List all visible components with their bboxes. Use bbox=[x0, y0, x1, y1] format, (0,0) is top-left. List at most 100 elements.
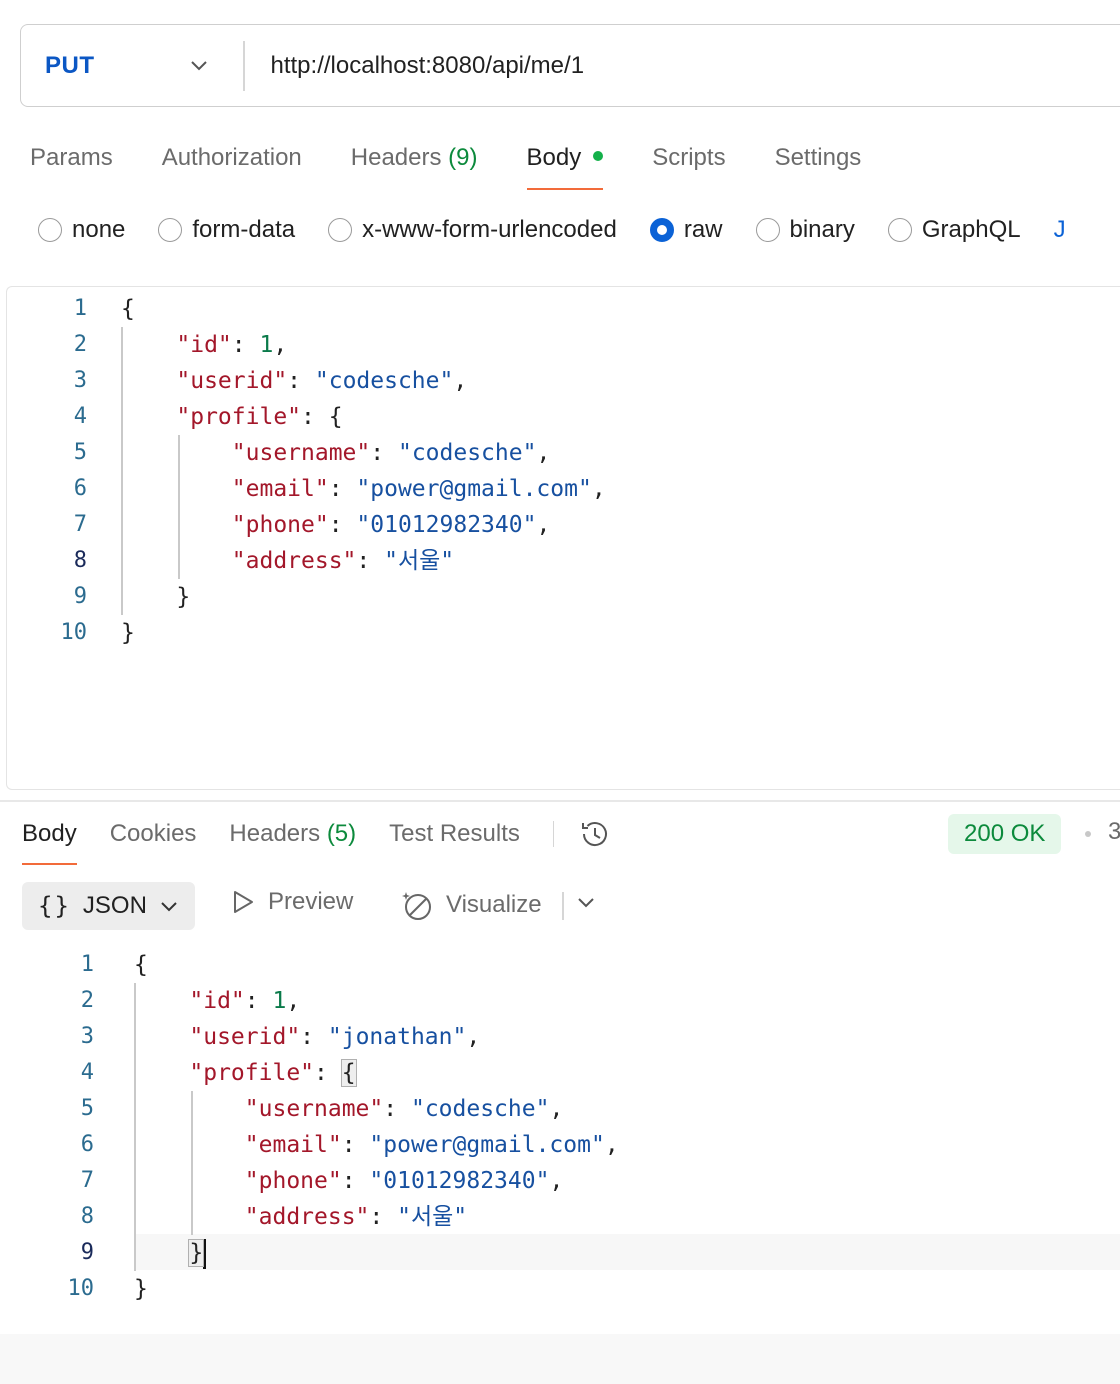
json-value: 1 bbox=[272, 988, 287, 1014]
method-label: PUT bbox=[45, 51, 95, 79]
radio-x-www-form-urlencoded[interactable]: x-www-form-urlencoded bbox=[328, 216, 617, 244]
request-json: { "id": 1, "userid": "codesche", "profil… bbox=[121, 291, 606, 651]
radio-none[interactable]: none bbox=[38, 216, 125, 244]
json-value: "01012982340" bbox=[356, 512, 537, 538]
status-badge[interactable]: 200 OK bbox=[948, 814, 1062, 854]
radio-circle-icon bbox=[755, 218, 780, 242]
radio-raw[interactable]: raw bbox=[649, 216, 723, 244]
json-value: "codesche" bbox=[410, 1096, 550, 1122]
response-json: { "id": 1, "userid": "jonathan", "profil… bbox=[134, 947, 619, 1307]
format-select[interactable]: {} JSON bbox=[22, 882, 195, 930]
code-line: "address": "서울" bbox=[231, 548, 455, 574]
code-line: } bbox=[121, 620, 135, 646]
line-numbers: 1 2 3 4 5 6 7 8 9 10 bbox=[54, 947, 95, 1307]
json-value: "서울" bbox=[397, 1204, 468, 1230]
radio-label: raw bbox=[683, 216, 723, 243]
line-number: 10 bbox=[67, 1276, 95, 1301]
tab-label: Params bbox=[30, 144, 113, 171]
code-line: "userid": "codesche", bbox=[176, 368, 468, 394]
code-line: "email": "power@gmail.com", bbox=[231, 476, 606, 502]
tab-params[interactable]: Params bbox=[30, 140, 113, 190]
radio-label: GraphQL bbox=[921, 216, 1021, 243]
code-line: { bbox=[121, 296, 135, 322]
tab-label: Authorization bbox=[161, 144, 302, 171]
radio-binary[interactable]: binary bbox=[755, 216, 855, 244]
tab-headers[interactable]: Headers (9) bbox=[351, 140, 478, 190]
request-tabs: Params Authorization Headers (9) Body Sc… bbox=[30, 140, 910, 190]
tab-label: Test Results bbox=[389, 820, 520, 847]
code-line: } bbox=[176, 584, 191, 610]
radio-form-data[interactable]: form-data bbox=[158, 216, 295, 244]
json-value: "jonathan" bbox=[327, 1024, 467, 1050]
tab-label: Body bbox=[526, 144, 582, 171]
tab-authorization[interactable]: Authorization bbox=[162, 140, 302, 190]
code-line: "id": 1, bbox=[189, 988, 301, 1014]
preview-label: Preview bbox=[268, 888, 354, 915]
line-number: 1 bbox=[73, 296, 87, 321]
tab-separator bbox=[552, 821, 555, 847]
visualize-button[interactable]: Visualize bbox=[400, 888, 542, 922]
code-line: "email": "power@gmail.com", bbox=[244, 1132, 619, 1158]
tab-response-headers[interactable]: Headers (5) bbox=[229, 815, 356, 865]
line-number: 8 bbox=[73, 548, 87, 573]
json-value: "서울" bbox=[384, 548, 455, 574]
line-number: 9 bbox=[80, 1240, 94, 1265]
radio-label: none bbox=[72, 216, 126, 243]
line-number: 3 bbox=[73, 368, 87, 393]
tab-response-body[interactable]: Body bbox=[22, 815, 77, 865]
bottom-area bbox=[0, 1334, 1120, 1384]
chevron-down-icon[interactable] bbox=[576, 895, 596, 909]
code-line: "phone": "01012982340", bbox=[231, 512, 551, 538]
tab-label: Headers bbox=[350, 144, 442, 171]
tab-label: Cookies bbox=[109, 820, 197, 847]
radio-circle-icon bbox=[887, 218, 912, 242]
raw-format-select[interactable]: J bbox=[1054, 216, 1066, 244]
tab-cookies[interactable]: Cookies bbox=[110, 815, 197, 865]
tab-test-results[interactable]: Test Results bbox=[389, 815, 520, 865]
tab-scripts[interactable]: Scripts bbox=[652, 140, 725, 190]
response-time[interactable]: 3 bbox=[1108, 818, 1120, 846]
preview-button[interactable]: Preview bbox=[230, 888, 353, 916]
line-numbers: 1 2 3 4 5 6 7 8 9 10 bbox=[47, 291, 88, 651]
line-number: 8 bbox=[80, 1204, 94, 1229]
tab-body[interactable]: Body bbox=[526, 140, 604, 190]
json-value: 1 bbox=[259, 332, 274, 358]
response-body-viewer[interactable]: 1 2 3 4 5 6 7 8 9 10 { "id": 1, "userid"… bbox=[0, 946, 1120, 1326]
pane-divider[interactable] bbox=[0, 800, 1120, 802]
tab-label: Headers bbox=[229, 820, 321, 847]
radio-graphql[interactable]: GraphQL bbox=[887, 216, 1021, 244]
visualize-icon bbox=[402, 892, 431, 920]
tab-count: (9) bbox=[448, 144, 478, 171]
chevron-down-icon bbox=[161, 902, 177, 912]
request-body-editor[interactable]: 1 2 3 4 5 6 7 8 9 10 { "id": 1, "userid"… bbox=[6, 286, 1120, 790]
line-number: 9 bbox=[73, 584, 87, 609]
radio-circle-icon bbox=[38, 218, 62, 242]
line-number: 5 bbox=[73, 440, 87, 465]
visualize-label: Visualize bbox=[446, 891, 542, 918]
code-line: "profile": { bbox=[189, 1059, 357, 1087]
line-number: 4 bbox=[73, 404, 87, 429]
json-value: "codesche" bbox=[314, 368, 454, 394]
play-icon bbox=[234, 891, 253, 913]
radio-selected-icon bbox=[649, 218, 674, 242]
method-select[interactable]: PUT bbox=[21, 25, 243, 106]
url-input[interactable]: http://localhost:8080/api/me/1 bbox=[245, 52, 585, 80]
chevron-down-icon bbox=[191, 61, 207, 71]
format-label: JSON bbox=[82, 892, 147, 919]
line-number: 6 bbox=[73, 476, 87, 501]
line-number: 6 bbox=[80, 1132, 94, 1157]
tab-label: Body bbox=[22, 820, 77, 847]
line-number: 4 bbox=[80, 1060, 94, 1085]
history-icon[interactable] bbox=[578, 817, 612, 851]
braces-icon: {} bbox=[38, 892, 71, 920]
radio-circle-icon bbox=[328, 218, 353, 242]
radio-label: binary bbox=[789, 216, 855, 243]
json-value: "power@gmail.com" bbox=[356, 476, 592, 502]
code-line: "id": 1, bbox=[176, 332, 288, 358]
tab-label: Settings bbox=[774, 144, 862, 171]
tab-settings[interactable]: Settings bbox=[775, 140, 862, 190]
code-line: "username": "codesche", bbox=[244, 1096, 564, 1122]
response-tabs: Body Cookies Headers (5) Test Results bbox=[22, 815, 612, 865]
line-number: 1 bbox=[80, 952, 94, 977]
json-value: "codesche" bbox=[397, 440, 537, 466]
